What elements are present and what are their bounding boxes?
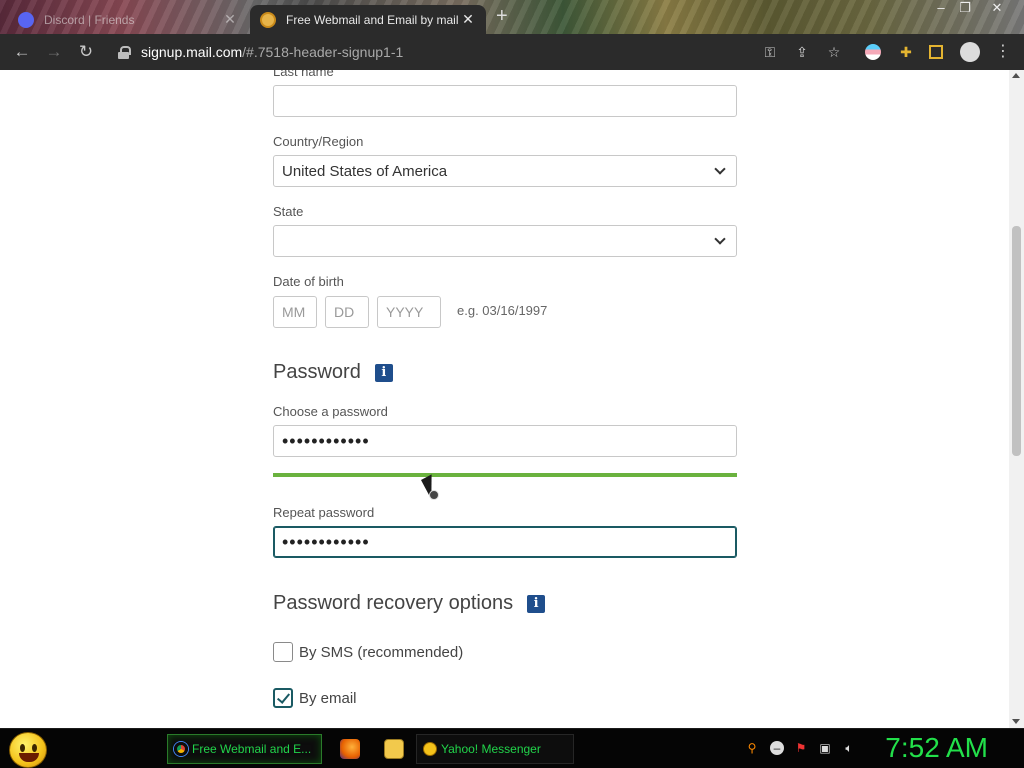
sms-label: By SMS (recommended) (299, 643, 464, 661)
url-host: signup.mail.com (141, 44, 243, 60)
password-value: •••••••••••• (282, 431, 370, 451)
tab-close-icon[interactable]: ✕ (460, 11, 476, 28)
email-recovery-option[interactable]: By email (273, 688, 357, 708)
info-icon[interactable]: i (527, 594, 546, 613)
sms-recovery-option[interactable]: By SMS (recommended) (273, 642, 463, 662)
email-label: By email (299, 689, 357, 707)
repeat-password-label: Repeat password (273, 505, 375, 520)
choose-password-label: Choose a password (273, 404, 388, 419)
state-select[interactable] (273, 225, 737, 257)
lock-icon[interactable] (118, 45, 131, 59)
dob-year-input[interactable]: YYYY (377, 296, 441, 328)
scroll-up-icon[interactable] (1012, 73, 1020, 78)
chevron-down-icon (714, 233, 726, 245)
folder-icon[interactable] (384, 739, 404, 759)
key-icon[interactable]: ⚿ (761, 43, 779, 61)
dob-day-input[interactable]: DD (325, 296, 369, 328)
browser-tab-strip: Discord | Friends ✕ Free Webmail and Ema… (0, 0, 1024, 34)
share-icon[interactable]: ⇪ (793, 43, 811, 61)
recovery-section-title: Password recovery options i (273, 592, 546, 615)
window-close-button[interactable]: ✕ (982, 0, 1012, 18)
tab-discord[interactable]: Discord | Friends ✕ (8, 5, 248, 34)
scrollbar-thumb[interactable] (1012, 226, 1021, 456)
last-name-label: Last name (273, 70, 334, 79)
page-viewport: Last name Country/Region United States o… (0, 70, 1024, 728)
discord-icon (18, 11, 34, 28)
tab-mail-com[interactable]: Free Webmail and Email by mail ✕ (250, 5, 486, 34)
email-checkbox[interactable] (273, 688, 293, 708)
dob-label: Date of birth (273, 274, 344, 289)
info-icon[interactable]: i (374, 363, 393, 382)
taskbar-button-label: Free Webmail and E... (192, 742, 312, 756)
dob-hint: e.g. 03/16/1997 (457, 303, 548, 318)
forward-button[interactable]: → (44, 42, 64, 62)
clock: 7:52 AM (885, 732, 988, 763)
repeat-password-input[interactable]: •••••••••••• (273, 526, 737, 558)
new-tab-button[interactable]: + (496, 6, 508, 26)
sms-checkbox[interactable] (273, 642, 293, 662)
account-icon[interactable] (960, 42, 980, 62)
taskbar: Free Webmail and E... Yahoo! Messenger ⚲… (0, 728, 1024, 768)
taskbar-chrome-button[interactable]: Free Webmail and E... (167, 734, 322, 764)
page-scrollbar[interactable] (1009, 70, 1024, 728)
chevron-down-icon (714, 163, 726, 175)
state-label: State (273, 204, 304, 219)
address-bar[interactable]: signup.mail.com/#.7518-header-signup1-1 (108, 39, 858, 65)
reload-button[interactable]: ↻ (76, 42, 96, 62)
chrome-icon (174, 742, 188, 756)
tab-title: Free Webmail and Email by mail (286, 12, 459, 27)
password-heading: Password (273, 361, 361, 383)
search-icon[interactable]: ⚲ (745, 741, 759, 755)
maximize-button[interactable]: ❐ (950, 0, 980, 18)
password-input[interactable]: •••••••••••• (273, 425, 737, 457)
taskbar-yahoo-button[interactable]: Yahoo! Messenger (416, 734, 574, 764)
taskbar-button-label: Yahoo! Messenger (441, 742, 541, 756)
profile-flag-icon[interactable] (865, 44, 881, 60)
last-name-input[interactable] (273, 85, 737, 117)
extensions-icon[interactable]: ✚ (897, 43, 915, 61)
back-button[interactable]: ← (12, 42, 32, 62)
country-select[interactable]: United States of America (273, 155, 737, 187)
scroll-down-icon[interactable] (1012, 719, 1020, 724)
star-icon[interactable]: ☆ (825, 43, 843, 61)
country-value: United States of America (282, 162, 448, 180)
flag-icon[interactable]: ⚑ (794, 741, 808, 755)
repeat-password-value: •••••••••••• (282, 532, 370, 552)
url-path: /#.7518-header-signup1-1 (242, 44, 404, 60)
start-smiley-icon[interactable] (9, 732, 47, 768)
mail-com-icon (260, 11, 276, 28)
dob-month-input[interactable]: MM (273, 296, 317, 328)
password-section-title: Password i (273, 361, 393, 384)
recovery-heading: Password recovery options (273, 592, 514, 614)
menu-icon[interactable]: ⋮ (994, 43, 1012, 61)
status-icon[interactable]: – (770, 741, 784, 755)
country-label: Country/Region (273, 134, 364, 149)
password-strength-bar (273, 473, 737, 477)
sidebar-icon[interactable] (929, 45, 943, 59)
volume-icon[interactable]: 🔈︎ (842, 741, 856, 755)
browser-toolbar: ← → ↻ signup.mail.com/#.7518-header-sign… (0, 34, 1024, 70)
firefox-icon[interactable] (340, 739, 360, 759)
yahoo-messenger-icon (423, 742, 437, 756)
tab-title: Discord | Friends (44, 12, 135, 27)
tab-close-icon[interactable]: ✕ (222, 11, 238, 28)
network-icon[interactable]: ▣ (818, 741, 832, 755)
